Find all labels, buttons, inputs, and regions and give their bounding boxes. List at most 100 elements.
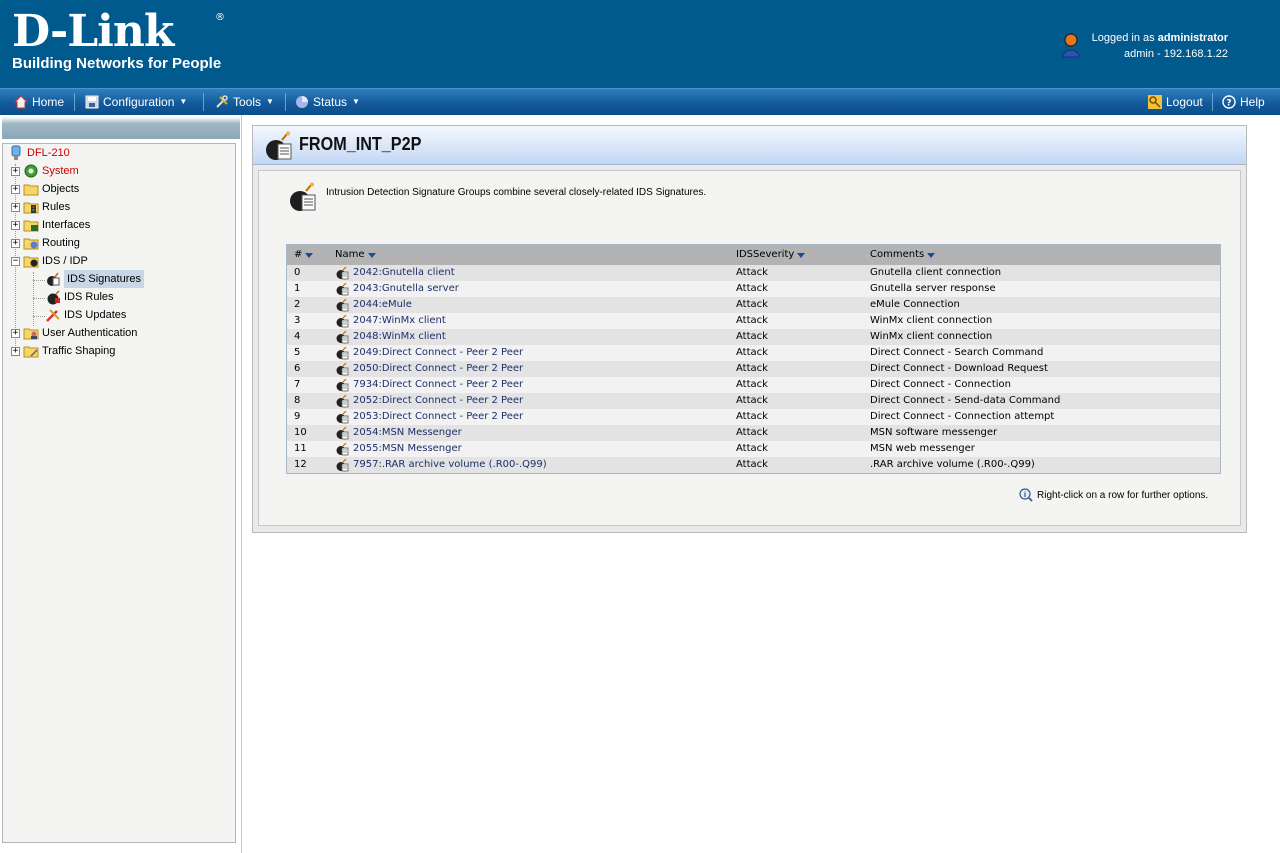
table-row[interactable]: 5 2049:Direct Connect - Peer 2 Peer Attack… [287, 345, 1220, 361]
table-row[interactable]: 4 2048:WinMx client Attack WinMx client con… [287, 329, 1220, 345]
cell-name: 2050:Direct Connect - Peer 2 Peer [335, 361, 523, 377]
cell-number: 7 [294, 379, 301, 390]
column-header-comments[interactable]: Comments [870, 245, 936, 265]
table-row[interactable]: 8 2052:Direct Connect - Peer 2 Peer Attack… [287, 393, 1220, 409]
svg-text:i: i [1024, 491, 1026, 499]
tree-item-device[interactable]: DFL-210 [8, 144, 70, 162]
menu-bar: Home Configuration ▼ Tools ▼ Status ▼ Lo… [0, 88, 1280, 115]
cell-comment: MSN web messenger [870, 443, 975, 454]
user-auth-folder-icon [23, 328, 39, 340]
table-row[interactable]: 12 7957:.RAR archive volume (.R00-.Q99) At… [287, 457, 1220, 473]
tree-item-system[interactable]: + System [11, 162, 79, 180]
tree-item-label: System [42, 165, 79, 177]
column-header-number[interactable]: # [294, 245, 314, 265]
tree-item-ids-signatures[interactable]: IDS Signatures [45, 270, 144, 288]
main-panel: FROM_INT_P2P Intrusion Detection Signatu… [252, 125, 1247, 533]
table-row[interactable]: 10 2054:MSN Messenger Attack MSN software m… [287, 425, 1220, 441]
expand-icon[interactable]: + [11, 202, 20, 212]
menu-configuration[interactable]: Configuration ▼ [85, 89, 187, 115]
column-header-name[interactable]: Name [335, 245, 376, 265]
expand-icon[interactable]: + [11, 328, 20, 338]
expand-icon[interactable]: + [11, 220, 20, 230]
signature-icon [336, 314, 349, 328]
logged-in-prefix: Logged in as [1091, 32, 1158, 44]
cell-number: 10 [294, 427, 307, 438]
cell-comment: Gnutella client connection [870, 267, 1002, 278]
table-row[interactable]: 6 2050:Direct Connect - Peer 2 Peer Attack… [287, 361, 1220, 377]
table-row[interactable]: 11 2055:MSN Messenger Attack MSN web messen… [287, 441, 1220, 457]
menu-tools[interactable]: Tools ▼ [215, 89, 274, 115]
cell-severity: Attack [736, 427, 768, 438]
tree-item-ids-updates[interactable]: IDS Updates [45, 306, 126, 324]
tree-item-traffic-shaping[interactable]: + Traffic Shaping [11, 342, 115, 360]
signature-icon [336, 442, 349, 456]
cell-number: 3 [294, 315, 301, 326]
signature-name: 2043:Gnutella server [353, 283, 459, 294]
tree-item-routing[interactable]: + Routing [11, 234, 80, 252]
table-row[interactable]: 2 2044:eMule Attack eMule Connection [287, 297, 1220, 313]
tree-item-ids-rules[interactable]: IDS Rules [45, 288, 114, 306]
signature-name: 7934:Direct Connect - Peer 2 Peer [353, 379, 524, 390]
sort-arrow-icon [305, 252, 314, 258]
tree-item-user-authentication[interactable]: + User Authentication [11, 324, 137, 342]
column-header-severity[interactable]: IDSSeverity [736, 245, 806, 265]
signature-name: 2053:Direct Connect - Peer 2 Peer [353, 411, 524, 422]
sidebar-header-bar [2, 117, 240, 139]
cell-number: 1 [294, 283, 301, 294]
menu-separator [203, 93, 204, 111]
chevron-down-icon: ▼ [352, 97, 360, 106]
cell-severity: Attack [736, 459, 768, 470]
expand-icon[interactable]: + [11, 346, 20, 356]
tree-item-objects[interactable]: + Objects [11, 180, 79, 198]
table-row[interactable]: 0 2042:Gnutella client Attack Gnutella clie… [287, 265, 1220, 281]
expand-icon[interactable]: + [11, 166, 20, 176]
menu-logout[interactable]: Logout [1148, 89, 1203, 115]
tree-item-interfaces[interactable]: + Interfaces [11, 216, 90, 234]
tree-line [33, 316, 45, 317]
cell-severity: Attack [736, 283, 768, 294]
login-info: Logged in as administrator admin - 192.1… [1092, 30, 1228, 62]
menu-home[interactable]: Home [14, 89, 64, 115]
menu-configuration-label: Configuration [103, 95, 175, 109]
column-header-label: Comments [870, 249, 925, 260]
cell-name: 2048:WinMx client [335, 329, 446, 345]
cell-severity: Attack [736, 443, 768, 454]
bomb-icon [47, 272, 60, 286]
menu-help[interactable]: ? Help [1222, 89, 1265, 115]
panel-title-bar: FROM_INT_P2P [253, 126, 1246, 165]
menu-status[interactable]: Status ▼ [295, 89, 360, 115]
tree-item-rules[interactable]: + Rules [11, 198, 70, 216]
expand-icon[interactable]: + [11, 184, 20, 194]
table-row[interactable]: 9 2053:Direct Connect - Peer 2 Peer Attack… [287, 409, 1220, 425]
tree-item-ids-idp[interactable]: − IDS / IDP [11, 252, 88, 270]
expand-icon[interactable]: + [11, 238, 20, 248]
cell-number: 5 [294, 347, 301, 358]
collapse-icon[interactable]: − [11, 256, 20, 266]
folder-icon [23, 184, 39, 196]
cell-number: 12 [294, 459, 307, 470]
ids-folder-icon [23, 256, 39, 268]
panel-content: Intrusion Detection Signature Groups com… [258, 170, 1241, 526]
cell-name: 2055:MSN Messenger [335, 441, 462, 457]
cell-name: 2052:Direct Connect - Peer 2 Peer [335, 393, 523, 409]
sort-arrow-icon [797, 252, 806, 258]
signature-icon [336, 378, 349, 392]
cell-number: 0 [294, 267, 301, 278]
signature-name: 2047:WinMx client [353, 315, 446, 326]
info-magnifier-icon: i [1019, 488, 1033, 502]
tree-item-label: Objects [42, 183, 80, 195]
cell-name: 2047:WinMx client [335, 313, 446, 329]
cell-name: 7934:Direct Connect - Peer 2 Peer [335, 377, 523, 393]
bomb-icon [47, 290, 60, 305]
cell-severity: Attack [736, 347, 768, 358]
menu-separator [74, 93, 75, 111]
dlink-logo: D-Link ® Building Networks for People [12, 8, 225, 73]
table-row[interactable]: 3 2047:WinMx client Attack WinMx client con… [287, 313, 1220, 329]
rules-folder-icon [23, 202, 39, 214]
cell-severity: Attack [736, 267, 768, 278]
column-header-label: IDSSeverity [736, 249, 795, 260]
table-row[interactable]: 7 7934:Direct Connect - Peer 2 Peer Attack… [287, 377, 1220, 393]
table-row[interactable]: 1 2043:Gnutella server Attack Gnutella serv… [287, 281, 1220, 297]
menu-tools-label: Tools [233, 95, 262, 109]
cell-name: 2053:Direct Connect - Peer 2 Peer [335, 409, 523, 425]
